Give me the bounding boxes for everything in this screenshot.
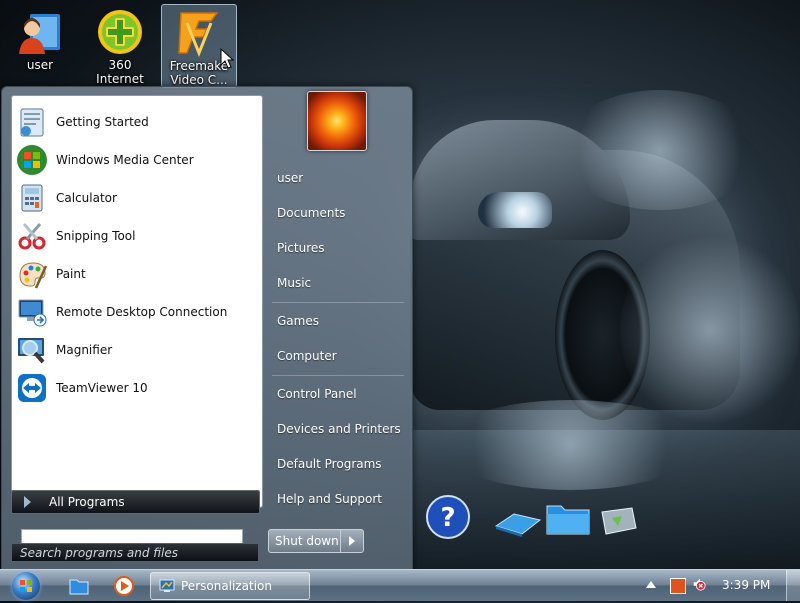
taskbar-window-personalization[interactable]: Personalization (150, 572, 310, 600)
freemake-icon (175, 9, 223, 58)
svg-text:?: ? (440, 503, 455, 533)
start-place-devices-and-printers[interactable]: Devices and Printers (268, 414, 408, 444)
start-item-remote-desktop-connection[interactable]: Remote Desktop Connection (14, 294, 258, 330)
shut-down-options-button[interactable] (341, 530, 363, 552)
windows-media-center-icon (16, 144, 48, 176)
user-account-picture[interactable] (307, 91, 367, 151)
start-item-teamviewer-10[interactable]: TeamViewer 10 (14, 370, 258, 406)
hard-drive-icon[interactable] (492, 508, 542, 538)
start-item-label: Getting Started (56, 115, 149, 129)
taskbar-clock[interactable]: 3:39 PM (722, 570, 770, 601)
start-item-magnifier[interactable]: Magnifier (14, 332, 258, 368)
remote-desktop-icon (16, 296, 48, 328)
start-place-games[interactable]: Games (268, 306, 408, 336)
wallpaper-water-spray (560, 90, 760, 210)
start-item-paint[interactable]: Paint (14, 256, 258, 292)
menu-separator (272, 302, 404, 303)
start-item-label: TeamViewer 10 (56, 381, 148, 395)
volume-icon[interactable] (692, 577, 706, 591)
user-folder-icon (16, 8, 64, 56)
shut-down-label: Shut down (269, 530, 341, 552)
start-place-control-panel[interactable]: Control Panel (268, 379, 408, 409)
windows-logo-icon (20, 580, 32, 592)
arrow-right-icon (349, 536, 355, 546)
desktop-icon-360-internet-security[interactable]: 360 Internet Security (83, 4, 157, 86)
recycle-bin-icon[interactable] (596, 502, 640, 536)
start-item-calculator[interactable]: Calculator (14, 180, 258, 216)
desktop-icon-freemake-video-converter[interactable]: Freemake Video C... (161, 4, 237, 88)
start-menu-programs-pane: Getting Started Windows Media Center Cal… (11, 95, 263, 508)
wallpaper-water-spray (440, 400, 700, 490)
start-place-music[interactable]: Music (268, 268, 408, 298)
start-place-default-programs[interactable]: Default Programs (268, 449, 408, 479)
folder-icon[interactable] (545, 498, 591, 536)
arrow-right-icon (24, 496, 31, 508)
teamviewer-icon (16, 372, 48, 404)
start-item-windows-media-center[interactable]: Windows Media Center (14, 142, 258, 178)
all-programs-button[interactable]: All Programs (11, 490, 260, 514)
start-place-user[interactable]: user (268, 163, 408, 193)
help-question-icon[interactable]: ? (425, 494, 471, 540)
wallpaper-headlight (478, 192, 552, 228)
tray-app-icon[interactable] (670, 578, 686, 594)
show-hidden-icons-arrow[interactable] (646, 581, 656, 588)
start-item-label: Snipping Tool (56, 229, 136, 243)
personalization-icon (159, 578, 175, 594)
start-item-label: Paint (56, 267, 86, 281)
scissors-icon (16, 220, 48, 252)
start-place-pictures[interactable]: Pictures (268, 233, 408, 263)
start-menu: Getting Started Windows Media Center Cal… (1, 86, 413, 571)
desktop-icon-label: 360 Internet Security (96, 58, 144, 86)
desktop-icon-user[interactable]: user (3, 4, 77, 86)
start-item-label: Remote Desktop Connection (56, 305, 228, 319)
start-button[interactable] (12, 572, 40, 600)
start-item-label: Calculator (56, 191, 117, 205)
start-place-help-and-support[interactable]: Help and Support (268, 484, 408, 514)
360-security-icon (96, 8, 144, 56)
desktop-icon-label: user (26, 58, 54, 72)
mouse-cursor-icon (220, 48, 234, 69)
explorer-folder-icon[interactable] (68, 575, 90, 597)
shut-down-button[interactable]: Shut down (268, 529, 364, 553)
menu-separator (272, 375, 404, 376)
start-place-documents[interactable]: Documents (268, 198, 408, 228)
show-desktop-button[interactable] (786, 570, 800, 601)
start-search: Search programs and files (11, 527, 259, 563)
media-player-icon[interactable] (113, 575, 135, 597)
search-placeholder[interactable]: Search programs and files (11, 543, 259, 562)
all-programs-label: All Programs (49, 495, 125, 509)
start-place-computer[interactable]: Computer (268, 341, 408, 371)
getting-started-icon (16, 106, 48, 138)
start-item-label: Magnifier (56, 343, 113, 357)
start-item-getting-started[interactable]: Getting Started (14, 104, 258, 140)
start-item-snipping-tool[interactable]: Snipping Tool (14, 218, 258, 254)
taskbar-window-label: Personalization (181, 579, 272, 593)
magnifier-icon (16, 334, 48, 366)
start-item-label: Windows Media Center (56, 153, 194, 167)
calculator-icon (16, 182, 48, 214)
wallpaper-water-spray (620, 230, 800, 430)
paint-palette-icon (16, 258, 48, 290)
taskbar: Personalization 3:39 PM (0, 569, 800, 601)
